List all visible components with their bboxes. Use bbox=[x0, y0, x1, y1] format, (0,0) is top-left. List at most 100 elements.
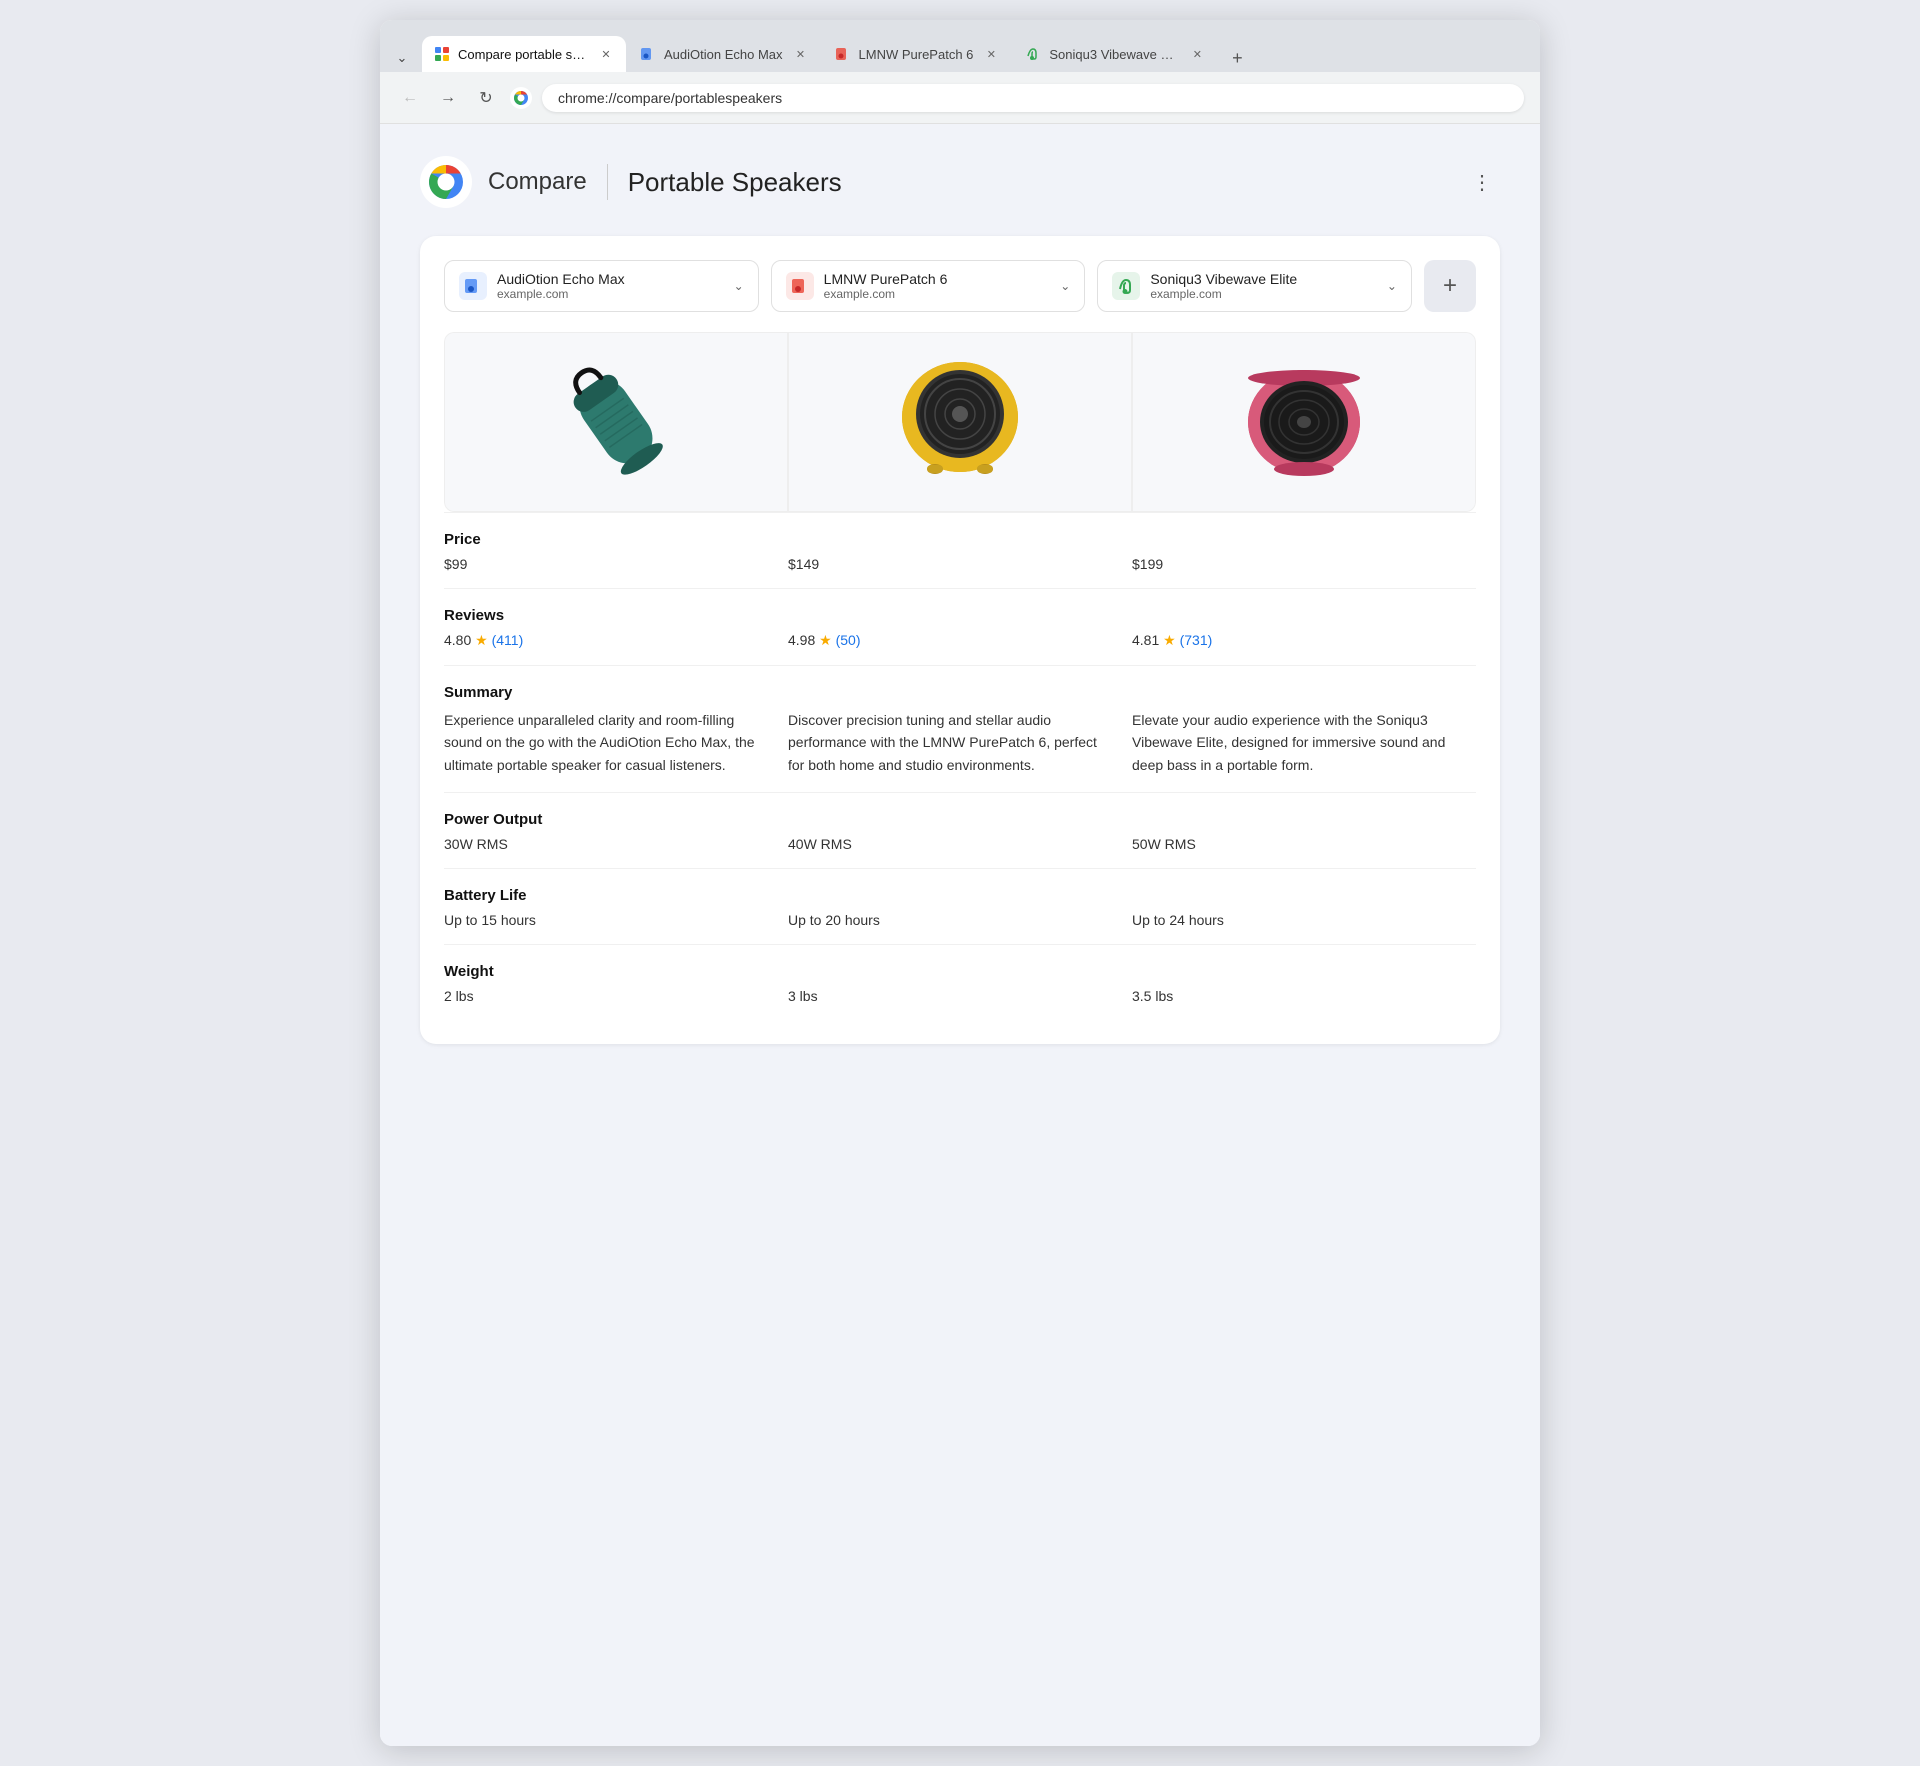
tab-lmnw-close[interactable]: ✕ bbox=[983, 46, 999, 62]
page-content: Compare Portable Speakers ⋮ bbox=[380, 124, 1540, 1746]
tab-audiotion-label: AudiOtion Echo Max bbox=[664, 47, 783, 62]
header-compare-label: Compare bbox=[488, 168, 587, 196]
weight-audiotion: 2 lbs bbox=[444, 988, 788, 1004]
reviews-soniqu: 4.81 ★ (731) bbox=[1132, 632, 1476, 649]
soniqu-speaker-svg bbox=[1234, 357, 1374, 487]
price-lmnw: $149 bbox=[788, 556, 1132, 572]
rating-lmnw: 4.98 bbox=[788, 632, 815, 648]
reviews-audiotion: 4.80 ★ (411) bbox=[444, 632, 788, 649]
product-selector-audiotion-icon bbox=[459, 272, 487, 300]
product-audiotion-name: AudiOtion Echo Max bbox=[497, 271, 724, 287]
url-input[interactable] bbox=[542, 84, 1524, 112]
compare-row-weight: Weight 2 lbs 3 lbs 3.5 lbs bbox=[444, 944, 1476, 1020]
new-tab-button[interactable]: + bbox=[1223, 44, 1251, 72]
audiotion-speaker-svg bbox=[561, 357, 671, 487]
lmnw-speaker-svg bbox=[890, 357, 1030, 487]
audiotion-selector-chevron: ⌄ bbox=[734, 279, 744, 293]
summary-data: Experience unparalleled clarity and room… bbox=[444, 709, 1476, 792]
soniqu-selector-chevron: ⌄ bbox=[1387, 279, 1397, 293]
power-audiotion: 30W RMS bbox=[444, 836, 788, 852]
price-soniqu: $199 bbox=[1132, 556, 1476, 572]
star-soniqu: ★ bbox=[1163, 632, 1176, 648]
weight-lmnw: 3 lbs bbox=[788, 988, 1132, 1004]
summary-lmnw: Discover precision tuning and stellar au… bbox=[788, 709, 1132, 776]
tab-soniqu[interactable]: Soniqu3 Vibewave Elite ✕ bbox=[1013, 36, 1217, 72]
review-link-lmnw[interactable]: (50) bbox=[836, 632, 861, 648]
product-image-soniqu bbox=[1132, 332, 1476, 512]
address-bar: ← → ↻ bbox=[380, 72, 1540, 124]
product-image-lmnw bbox=[788, 332, 1132, 512]
tab-compare-icon bbox=[434, 46, 450, 62]
price-label: Price bbox=[444, 513, 1476, 556]
star-audiotion: ★ bbox=[475, 632, 488, 648]
product-selector-lmnw-icon bbox=[786, 272, 814, 300]
tab-bar: ⌄ Compare portable speaker ✕ bbox=[380, 20, 1540, 72]
page-header-left: Compare Portable Speakers bbox=[420, 156, 842, 208]
summary-audiotion: Experience unparalleled clarity and room… bbox=[444, 709, 788, 776]
product-lmnw-name: LMNW PurePatch 6 bbox=[824, 271, 1051, 287]
lmnw-selector-chevron: ⌄ bbox=[1060, 279, 1070, 293]
tab-list-chevron[interactable]: ⌄ bbox=[388, 44, 416, 72]
product-selector-soniqu[interactable]: Soniqu3 Vibewave Elite example.com ⌄ bbox=[1097, 260, 1412, 312]
compare-row-summary: Summary Experience unparalleled clarity … bbox=[444, 665, 1476, 792]
tab-lmnw[interactable]: LMNW PurePatch 6 ✕ bbox=[823, 36, 1012, 72]
rating-audiotion: 4.80 bbox=[444, 632, 471, 648]
weight-label: Weight bbox=[444, 945, 1476, 988]
compare-table: Price $99 $149 $199 Reviews 4.80 ★ (41 bbox=[444, 512, 1476, 1020]
chrome-logo-large bbox=[420, 156, 472, 208]
compare-row-power: Power Output 30W RMS 40W RMS 50W RMS bbox=[444, 792, 1476, 868]
product-image-audiotion bbox=[444, 332, 788, 512]
star-lmnw: ★ bbox=[819, 632, 832, 648]
tab-audiotion-icon bbox=[640, 46, 656, 62]
browser-window: ⌄ Compare portable speaker ✕ bbox=[380, 20, 1540, 1746]
product-selector-lmnw[interactable]: LMNW PurePatch 6 example.com ⌄ bbox=[771, 260, 1086, 312]
product-soniqu-name: Soniqu3 Vibewave Elite bbox=[1150, 271, 1377, 287]
tab-audiotion-close[interactable]: ✕ bbox=[793, 46, 809, 62]
power-soniqu: 50W RMS bbox=[1132, 836, 1476, 852]
product-selector-soniqu-info: Soniqu3 Vibewave Elite example.com bbox=[1150, 271, 1377, 301]
product-selector-audiotion[interactable]: AudiOtion Echo Max example.com ⌄ bbox=[444, 260, 759, 312]
header-divider bbox=[607, 164, 608, 200]
battery-soniqu: Up to 24 hours bbox=[1132, 912, 1476, 928]
rating-soniqu: 4.81 bbox=[1132, 632, 1159, 648]
tab-compare-close[interactable]: ✕ bbox=[598, 46, 614, 62]
compare-row-price: Price $99 $149 $199 bbox=[444, 512, 1476, 588]
product-lmnw-site: example.com bbox=[824, 287, 1051, 301]
price-audiotion: $99 bbox=[444, 556, 788, 572]
chrome-logo bbox=[510, 87, 532, 109]
compare-row-reviews: Reviews 4.80 ★ (411) 4.98 ★ (50) bbox=[444, 588, 1476, 665]
page-header: Compare Portable Speakers ⋮ bbox=[420, 156, 1500, 208]
weight-data: 2 lbs 3 lbs 3.5 lbs bbox=[444, 988, 1476, 1020]
power-data: 30W RMS 40W RMS 50W RMS bbox=[444, 836, 1476, 868]
tab-soniqu-label: Soniqu3 Vibewave Elite bbox=[1049, 47, 1179, 62]
back-button[interactable]: ← bbox=[396, 84, 424, 112]
reviews-data: 4.80 ★ (411) 4.98 ★ (50) 4.81 ★ (731 bbox=[444, 632, 1476, 665]
compare-row-battery: Battery Life Up to 15 hours Up to 20 hou… bbox=[444, 868, 1476, 944]
product-audiotion-site: example.com bbox=[497, 287, 724, 301]
tab-lmnw-label: LMNW PurePatch 6 bbox=[859, 47, 974, 62]
product-soniqu-site: example.com bbox=[1150, 287, 1377, 301]
tab-soniqu-close[interactable]: ✕ bbox=[1189, 46, 1205, 62]
battery-label: Battery Life bbox=[444, 869, 1476, 912]
price-data: $99 $149 $199 bbox=[444, 556, 1476, 588]
battery-audiotion: Up to 15 hours bbox=[444, 912, 788, 928]
header-menu-button[interactable]: ⋮ bbox=[1464, 164, 1500, 200]
battery-data: Up to 15 hours Up to 20 hours Up to 24 h… bbox=[444, 912, 1476, 944]
add-product-button[interactable]: + bbox=[1424, 260, 1476, 312]
battery-lmnw: Up to 20 hours bbox=[788, 912, 1132, 928]
summary-soniqu: Elevate your audio experience with the S… bbox=[1132, 709, 1476, 776]
reviews-lmnw: 4.98 ★ (50) bbox=[788, 632, 1132, 649]
tab-soniqu-icon bbox=[1025, 46, 1041, 62]
tab-compare[interactable]: Compare portable speaker ✕ bbox=[422, 36, 626, 72]
reload-button[interactable]: ↻ bbox=[472, 84, 500, 112]
reviews-label: Reviews bbox=[444, 589, 1476, 632]
weight-soniqu: 3.5 lbs bbox=[1132, 988, 1476, 1004]
product-selector-soniqu-icon bbox=[1112, 272, 1140, 300]
tab-audiotion[interactable]: AudiOtion Echo Max ✕ bbox=[628, 36, 821, 72]
product-selector-audiotion-info: AudiOtion Echo Max example.com bbox=[497, 271, 724, 301]
forward-button[interactable]: → bbox=[434, 84, 462, 112]
review-link-audiotion[interactable]: (411) bbox=[492, 632, 524, 648]
power-lmnw: 40W RMS bbox=[788, 836, 1132, 852]
review-link-soniqu[interactable]: (731) bbox=[1180, 632, 1213, 648]
summary-label: Summary bbox=[444, 666, 1476, 709]
